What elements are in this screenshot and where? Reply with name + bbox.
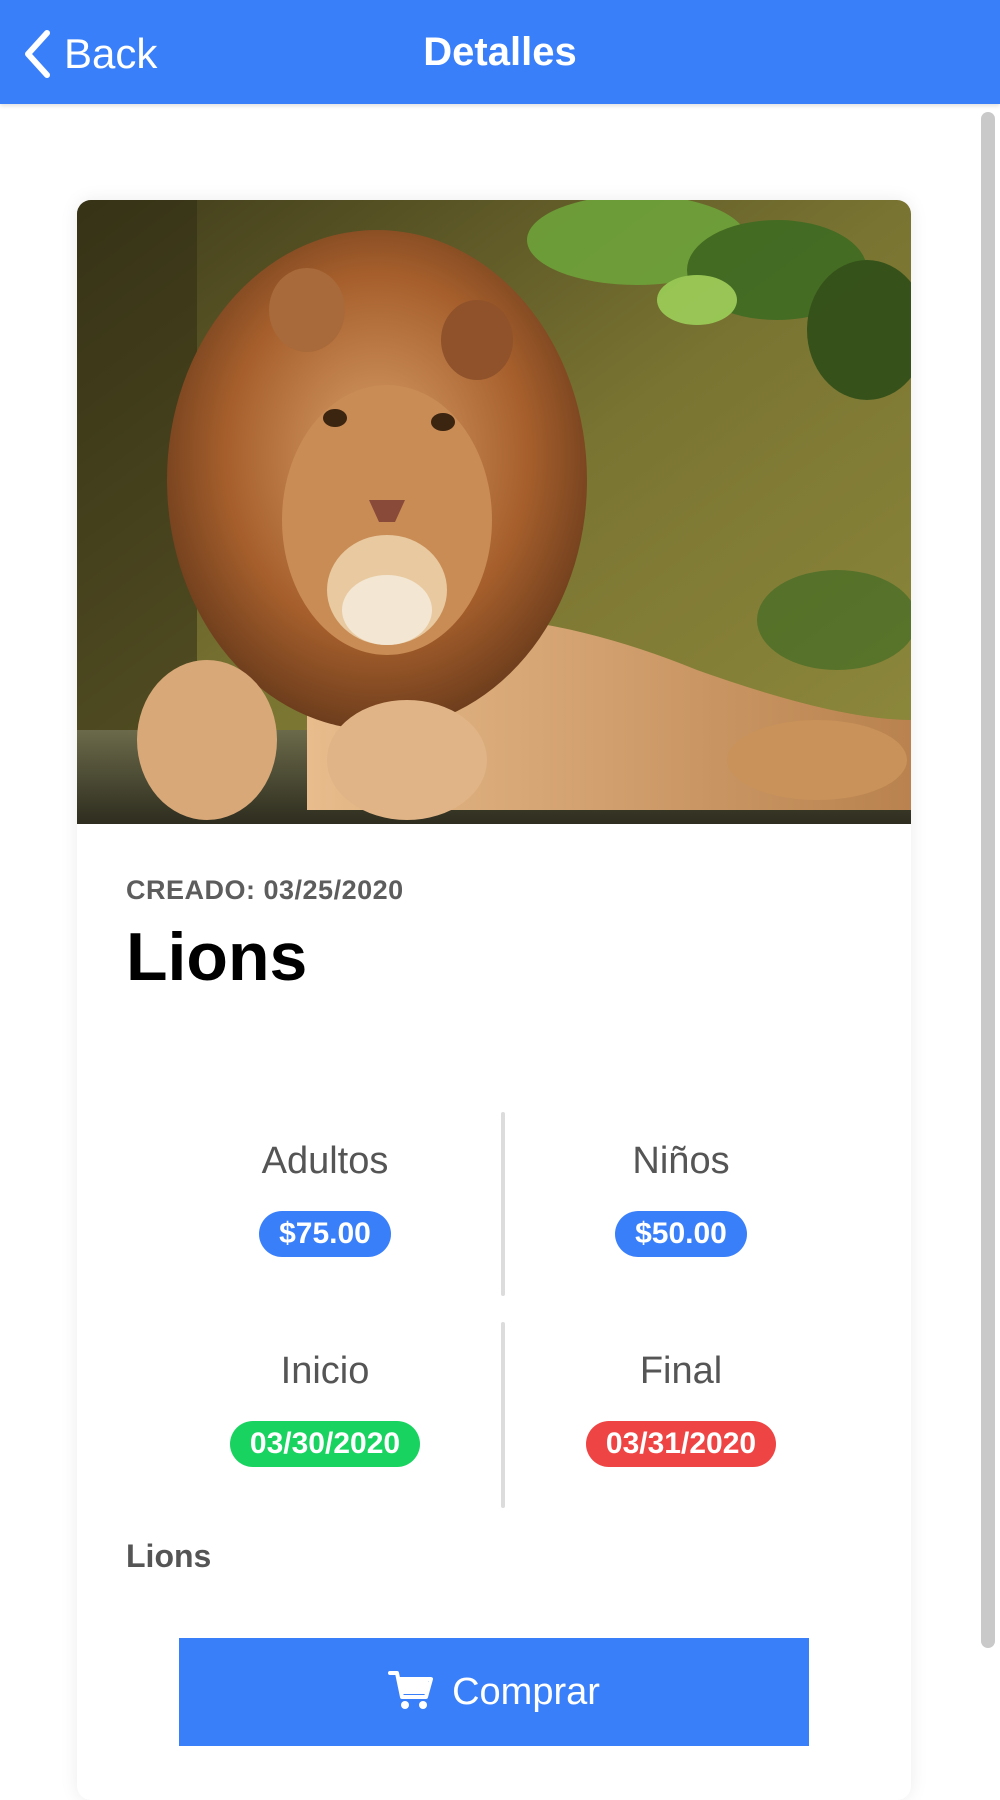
start-date-cell: Inicio 03/30/2020	[147, 1350, 503, 1467]
buy-label: Comprar	[452, 1670, 600, 1713]
back-button[interactable]: Back	[22, 26, 157, 82]
event-title: Lions	[126, 919, 308, 995]
cart-icon	[388, 1669, 434, 1716]
app-header: Back Detalles	[0, 0, 1000, 104]
adults-price-cell: Adultos $75.00	[147, 1140, 503, 1257]
event-card: CREADO: 03/25/2020 Lions Adultos $75.00 …	[77, 200, 911, 1800]
lion-image	[77, 200, 911, 824]
end-date-badge: 03/31/2020	[585, 1421, 777, 1467]
start-date-badge: 03/30/2020	[229, 1421, 421, 1467]
kids-price-badge: $50.00	[615, 1211, 747, 1257]
created-date: CREADO: 03/25/2020	[126, 875, 404, 905]
adults-price-badge: $75.00	[259, 1211, 391, 1257]
back-label: Back	[64, 30, 158, 77]
chevron-left-icon	[22, 29, 52, 79]
adults-label: Adultos	[261, 1140, 389, 1182]
event-description: Lions	[126, 1538, 212, 1574]
start-label: Inicio	[280, 1350, 370, 1392]
kids-price-cell: Niños $50.00	[503, 1140, 859, 1257]
kids-label: Niños	[632, 1140, 730, 1182]
scrollbar[interactable]	[981, 112, 995, 1648]
end-date-cell: Final 03/31/2020	[503, 1350, 859, 1467]
end-label: Final	[639, 1350, 723, 1392]
buy-button[interactable]: Comprar	[179, 1638, 809, 1746]
